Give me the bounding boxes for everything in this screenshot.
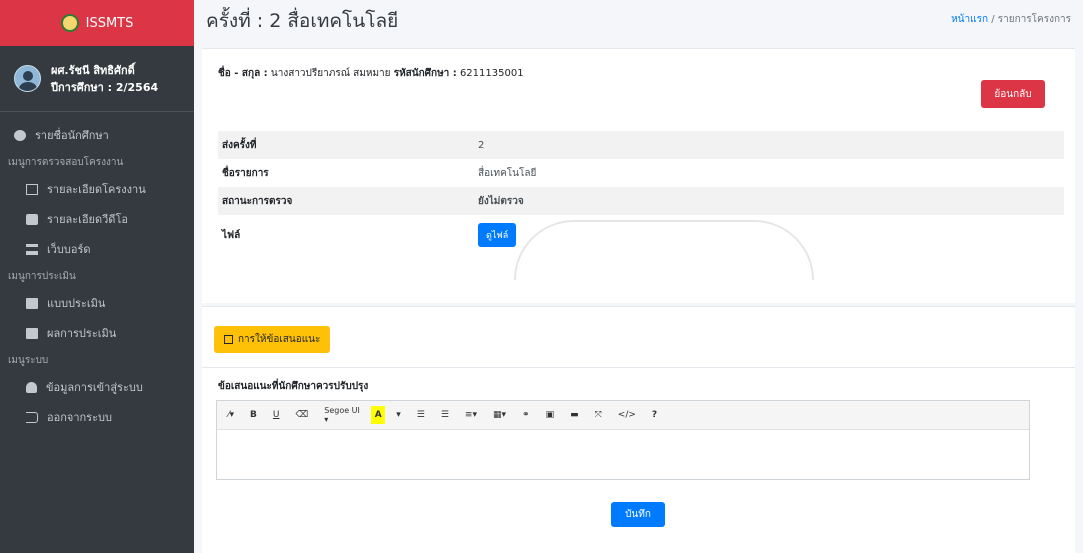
font-family-select[interactable]: Segoe UI ▾: [319, 406, 365, 424]
avatar: [14, 65, 41, 92]
magic-wand-icon[interactable]: ⁄▾: [223, 406, 239, 424]
student-name: นางสาวปรียาภรณ์ สมหมาย: [270, 68, 391, 79]
sidebar-item-logout[interactable]: ออกจากระบบ: [0, 402, 194, 432]
table-icon[interactable]: ▦▾: [488, 406, 511, 424]
status-label: สถานะการตรวจ: [222, 195, 293, 207]
breadcrumb-current: รายการโครงการ: [997, 14, 1071, 25]
nav-header-evaluation: เมนูการประเมิน: [8, 270, 76, 282]
sidebar-item-video-detail[interactable]: รายละเอียดวีดีโอ: [0, 204, 194, 234]
round-value: 2: [478, 139, 485, 151]
sidebar-item-project-detail[interactable]: รายละเอียดโครงงาน: [0, 174, 194, 204]
code-view-icon[interactable]: </>: [613, 406, 641, 424]
sidebar-item-eval-form[interactable]: แบบประเมิน: [0, 288, 194, 318]
nav-header-system: เมนูระบบ: [8, 354, 49, 366]
text-color-button[interactable]: A: [371, 406, 386, 424]
student-id-label: รหัสนักศึกษา :: [393, 68, 457, 79]
edit-icon: [26, 183, 38, 195]
fullscreen-icon[interactable]: ⤧: [590, 406, 607, 424]
bold-button[interactable]: B: [245, 406, 262, 424]
file-label: ไฟล์: [222, 229, 241, 241]
sidebar-item-webboard[interactable]: เว็บบอร์ด: [0, 234, 194, 264]
suggestion-card: การให้ข้อเสนอแนะ ข้อเสนอแนะที่นักศึกษาคว…: [202, 306, 1075, 553]
breadcrumb-separator: /: [988, 14, 998, 25]
sidebar-item-label: รายละเอียดโครงงาน: [47, 183, 146, 196]
sidebar-item-label: แบบประเมิน: [47, 297, 106, 310]
user-panel: ผศ.รัชนี สิทธิศักดิ์ ปีการศึกษา : 2/2564: [0, 46, 194, 112]
sidebar-item-label: ออกจากระบบ: [47, 411, 112, 424]
sidebar-item-label: เว็บบอร์ด: [47, 243, 91, 256]
sidebar-item-label: รายชื่อนักศึกษา: [35, 129, 109, 142]
student-info: ชื่อ - สกุล : นางสาวปรียาภรณ์ สมหมาย รหั…: [218, 66, 524, 81]
brand-link[interactable]: ISSMTS: [0, 0, 194, 46]
link-icon[interactable]: ⚭: [517, 406, 535, 424]
sitemap-icon: [26, 243, 38, 255]
sign-out-icon: [26, 411, 38, 423]
suggestion-button-label: การให้ข้อเสนอแนะ: [238, 334, 321, 345]
nav-header-project: เมนูการตรวจสอบโครงงาน: [8, 156, 124, 168]
sidebar: ISSMTS ผศ.รัชนี สิทธิศักดิ์ ปีการศึกษา :…: [0, 0, 194, 553]
breadcrumb-home[interactable]: หน้าแรก: [951, 14, 988, 25]
sidebar-item-login-info[interactable]: ข้อมูลการเข้าสู่ระบบ: [0, 372, 194, 402]
student-id: 6211135001: [459, 68, 524, 79]
breadcrumb: หน้าแรก / รายการโครงการ: [951, 12, 1071, 27]
suggestion-label: ข้อเสนอแนะที่นักศึกษาควรปรับปรุง: [218, 381, 369, 392]
unordered-list-icon[interactable]: ☰: [412, 406, 430, 424]
academic-year: ปีการศึกษา : 2/2564: [51, 80, 159, 94]
divider: [202, 367, 1075, 368]
brand-name: ISSMTS: [85, 15, 134, 31]
save-button[interactable]: บันทึก: [611, 502, 665, 527]
title-label: ชื่อรายการ: [222, 167, 269, 179]
camera-icon: [26, 213, 38, 225]
sidebar-item-label: ผลการประเมิน: [47, 327, 117, 340]
round-label: ส่งครั้งที่: [222, 139, 257, 151]
table-row: ส่งครั้งที่ 2: [218, 131, 1064, 159]
back-button[interactable]: ย้อนกลับ: [981, 80, 1045, 108]
form-icon: [26, 327, 38, 339]
user-plus-icon: [26, 381, 37, 393]
help-icon[interactable]: ?: [647, 406, 662, 424]
sidebar-item-eval-result[interactable]: ผลการประเมิน: [0, 318, 194, 348]
underline-button[interactable]: U: [268, 406, 285, 424]
dashboard-icon: [14, 129, 26, 141]
title-value: สื่อเทคโนโลยี: [478, 167, 537, 179]
image-icon[interactable]: ▣: [541, 406, 560, 424]
table-row: ชื่อรายการ สื่อเทคโนโลยี: [218, 159, 1064, 187]
sidebar-item-label: ข้อมูลการเข้าสู่ระบบ: [46, 381, 143, 394]
sidebar-item-students[interactable]: รายชื่อนักศึกษา: [0, 120, 194, 150]
video-icon[interactable]: ▬: [565, 406, 584, 424]
view-file-button[interactable]: ดูไฟล์: [478, 223, 517, 247]
logo-icon: [60, 14, 79, 32]
status-value: ยังไม่ตรวจ: [478, 195, 524, 207]
user-name[interactable]: ผศ.รัชนี สิทธิศักดิ์: [51, 62, 158, 79]
sidebar-item-label: รายละเอียดวีดีโอ: [47, 213, 128, 226]
editor-textarea[interactable]: [217, 430, 1029, 480]
align-icon[interactable]: ≡▾: [460, 406, 482, 424]
suggestion-button[interactable]: การให้ข้อเสนอแนะ: [214, 326, 331, 353]
form-icon: [26, 297, 38, 309]
rich-text-editor: ⁄▾ B U ⌫ Segoe UI ▾ A ▾ ☰ ☰ ≡▾ ▦▾ ⚭ ▣ ▬ …: [216, 400, 1030, 480]
editor-toolbar: ⁄▾ B U ⌫ Segoe UI ▾ A ▾ ☰ ☰ ≡▾ ▦▾ ⚭ ▣ ▬ …: [217, 401, 1029, 430]
watermark-seal: [514, 220, 814, 280]
sidebar-nav: รายชื่อนักศึกษา เมนูการตรวจสอบโครงงาน รา…: [0, 112, 194, 432]
content-wrapper: ครั้งที่ : 2 สื่อเทคโนโลยี หน้าแรก / ราย…: [194, 0, 1083, 553]
edit-icon: [224, 335, 233, 344]
table-row: สถานะการตรวจ ยังไม่ตรวจ: [218, 187, 1064, 215]
ordered-list-icon[interactable]: ☰: [436, 406, 454, 424]
color-dropdown-icon[interactable]: ▾: [391, 406, 406, 424]
page-title: ครั้งที่ : 2 สื่อเทคโนโลยี: [206, 10, 399, 32]
eraser-icon[interactable]: ⌫: [291, 406, 314, 424]
name-label: ชื่อ - สกุล :: [218, 68, 268, 79]
